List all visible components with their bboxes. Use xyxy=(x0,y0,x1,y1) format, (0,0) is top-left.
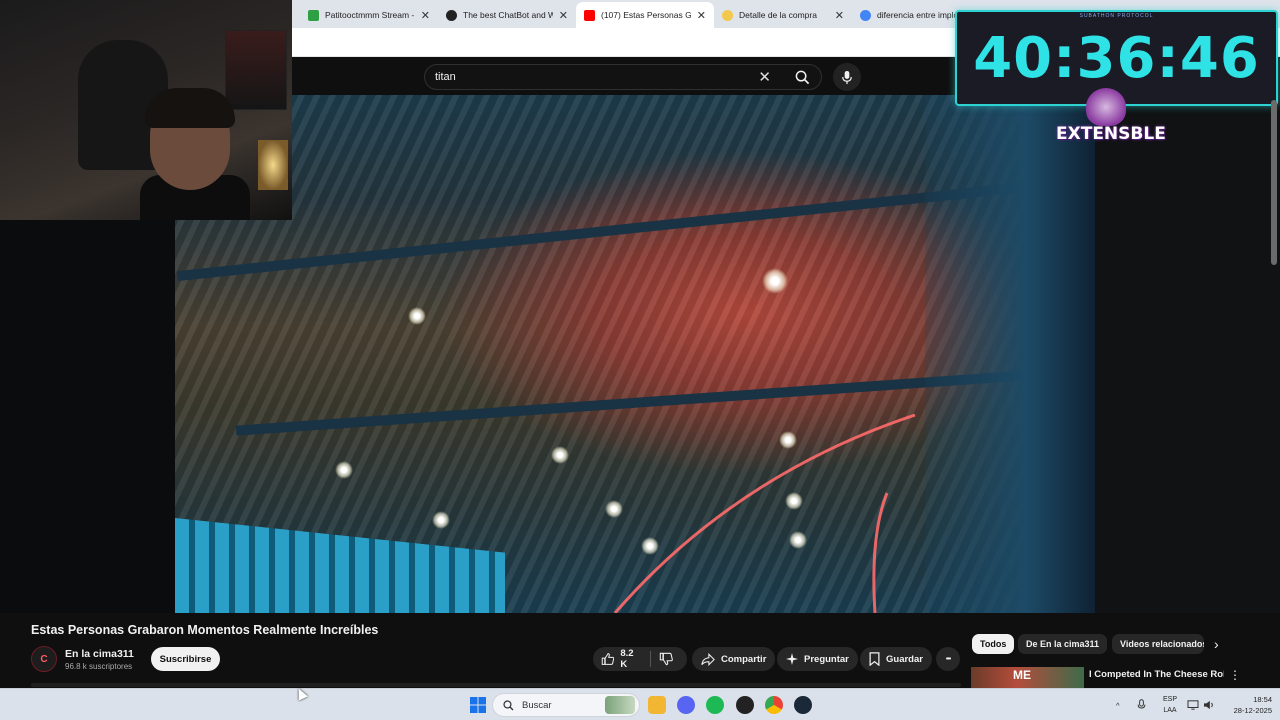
keyboard-layout: LAA xyxy=(1163,707,1177,714)
page-scrollbar[interactable] xyxy=(1271,100,1277,265)
share-button[interactable]: Compartir xyxy=(692,647,776,671)
save-button[interactable]: Guardar xyxy=(860,647,932,671)
chip-related[interactable]: Videos relacionados xyxy=(1112,634,1204,654)
mascot-icon xyxy=(1086,88,1126,126)
tab-favicon xyxy=(722,9,733,21)
tray-overflow-icon[interactable]: ^ xyxy=(1116,689,1120,720)
chip-channel[interactable]: De En la cima311 xyxy=(1018,634,1108,654)
tab-title: The best ChatBot and Wi xyxy=(463,10,553,20)
related-menu-icon[interactable]: ⋮ xyxy=(1229,668,1241,682)
clock-time: 18:54 xyxy=(1253,695,1272,704)
poster xyxy=(225,30,287,110)
speaker-icon xyxy=(1204,700,1213,710)
sparkle-icon xyxy=(786,653,798,665)
language-code: ESP xyxy=(1162,696,1177,703)
channel-avatar[interactable]: C xyxy=(31,646,57,672)
close-tab-icon[interactable]: ✕ xyxy=(559,9,568,22)
video-frame[interactable] xyxy=(175,95,1095,613)
more-actions-button[interactable]: ••• xyxy=(936,647,960,671)
language-indicator[interactable]: ESP LAA xyxy=(1159,694,1181,716)
youtube-favicon xyxy=(584,9,595,21)
voice-search-button[interactable] xyxy=(833,63,861,91)
video-title: Estas Personas Grabaron Momentos Realmen… xyxy=(31,623,379,637)
close-tab-icon[interactable]: ✕ xyxy=(835,9,844,22)
search-box[interactable]: titan ✕ xyxy=(424,64,822,90)
bookmark-icon xyxy=(869,652,880,666)
close-tab-icon[interactable]: ✕ xyxy=(421,9,430,22)
ask-label: Preguntar xyxy=(804,653,849,665)
channel-name[interactable]: En la cima311 xyxy=(65,648,134,660)
thumbnail-text: ME xyxy=(1013,668,1031,682)
taskbar-search[interactable]: Buscar xyxy=(492,693,640,717)
extensble-logo: EXTENSBLE xyxy=(1056,88,1166,160)
taskbar-search-placeholder: Buscar xyxy=(522,699,552,711)
steam-icon[interactable] xyxy=(794,696,812,714)
app-icon[interactable] xyxy=(736,696,754,714)
tab-favicon xyxy=(446,9,457,21)
file-explorer-icon[interactable] xyxy=(648,696,666,714)
save-label: Guardar xyxy=(886,653,923,665)
search-icon xyxy=(503,699,514,710)
share-label: Compartir xyxy=(721,653,767,665)
chip-next-icon[interactable]: › xyxy=(1214,636,1219,652)
clock-date: 28-12-2025 xyxy=(1233,706,1272,715)
streamer-hair xyxy=(145,88,235,128)
like-button[interactable]: 8.2 K xyxy=(593,647,650,671)
screen: Patitooctmmm Stream - V ✕ The best ChatB… xyxy=(0,0,1280,720)
microphone-icon xyxy=(1137,699,1146,709)
mic-icon xyxy=(842,70,852,84)
tray-mic-icon[interactable] xyxy=(1137,689,1146,720)
subscriber-count: 96.8 k suscriptores xyxy=(65,662,133,671)
browser-tab[interactable]: The best ChatBot and Wi ✕ xyxy=(438,2,576,28)
start-button[interactable] xyxy=(469,696,487,714)
related-video-title[interactable]: I Competed In The Cheese Roll xyxy=(1089,669,1224,680)
google-favicon xyxy=(860,9,871,21)
timer-caption: SUBATHON PROTOCOL xyxy=(1079,13,1154,19)
close-tab-icon[interactable]: ✕ xyxy=(697,9,706,22)
browser-tab[interactable]: Patitooctmmm Stream - V ✕ xyxy=(300,2,438,28)
light-streak xyxy=(613,413,916,613)
browser-tab[interactable]: Detalle de la compra ✕ xyxy=(714,2,852,28)
like-count: 8.2 K xyxy=(620,648,634,670)
windows-logo-icon xyxy=(470,697,486,713)
chrome-icon[interactable] xyxy=(765,696,783,714)
subscribe-button[interactable]: Suscribirse xyxy=(151,647,220,671)
thumbs-down-icon xyxy=(659,652,673,666)
search-highlight-icon xyxy=(605,696,635,714)
search-button[interactable] xyxy=(783,65,821,89)
taskbar-clock[interactable]: 18:54 28-12-2025 xyxy=(1222,694,1272,716)
webcam-overlay xyxy=(0,0,292,220)
ask-button[interactable]: Preguntar xyxy=(777,647,858,671)
tab-title: (107) Estas Personas Grab xyxy=(601,10,691,20)
tab-favicon xyxy=(308,9,319,21)
network-icon[interactable] xyxy=(1187,689,1199,720)
search-icon xyxy=(795,70,809,84)
lamp xyxy=(258,140,288,190)
clear-search-icon[interactable]: ✕ xyxy=(758,68,771,86)
chip-all[interactable]: Todos xyxy=(972,634,1015,654)
search-input[interactable]: titan xyxy=(435,71,758,83)
thumbs-up-icon xyxy=(601,653,615,665)
spotify-icon[interactable] xyxy=(706,696,724,714)
timer-value: 40:36:46 xyxy=(973,25,1260,91)
discord-icon[interactable] xyxy=(677,696,695,714)
dislike-button[interactable] xyxy=(651,647,687,671)
share-icon xyxy=(701,652,715,666)
volume-icon[interactable] xyxy=(1203,689,1215,720)
description-edge xyxy=(31,683,961,687)
windows-taskbar: Buscar ^ ESP LAA 18:54 28-12-2025 xyxy=(0,688,1280,720)
tab-title: Detalle de la compra xyxy=(739,10,817,20)
monitor-network-icon xyxy=(1187,700,1199,710)
browser-tab-active[interactable]: (107) Estas Personas Grab ✕ xyxy=(576,2,714,28)
video-side-margin xyxy=(1095,95,1280,613)
mascot-label: EXTENSBLE xyxy=(1056,124,1166,144)
like-dislike-group: 8.2 K xyxy=(593,647,687,671)
tab-title: Patitooctmmm Stream - V xyxy=(325,10,415,20)
related-video-thumbnail[interactable]: ME xyxy=(971,667,1084,689)
